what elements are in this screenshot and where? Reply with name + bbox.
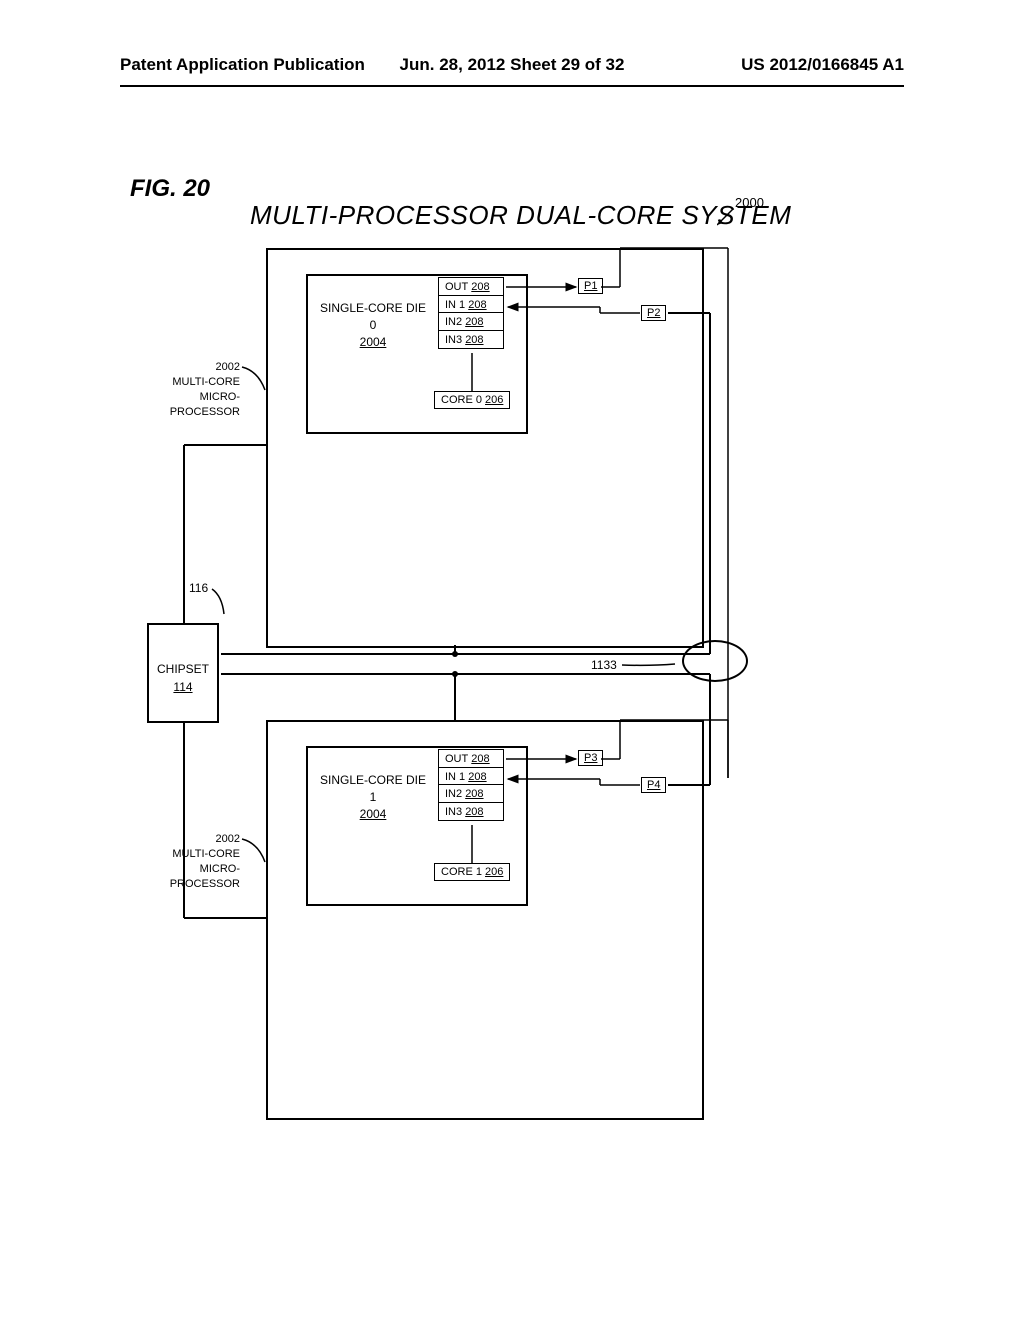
die-1-label: SINGLE-CORE DIE 1 2004 bbox=[316, 772, 430, 822]
side-label-proc-1: 2002 MULTI-CORE MICRO- PROCESSOR bbox=[150, 832, 240, 891]
die-0-label-line1: SINGLE-CORE DIE 0 bbox=[320, 301, 426, 332]
core-0: CORE 0 206 bbox=[434, 391, 510, 409]
bus-1133-label: 1133 bbox=[591, 658, 617, 672]
io-in1-1: IN 1 208 bbox=[438, 767, 504, 786]
core-1: CORE 1 206 bbox=[434, 863, 510, 881]
io-in3-1: IN3 208 bbox=[438, 802, 504, 821]
io-stack-1: OUT 208 IN 1 208 IN2 208 IN3 208 bbox=[438, 749, 504, 819]
pin-p3: P3 bbox=[578, 750, 603, 766]
pin-p4: P4 bbox=[641, 777, 666, 793]
header-right: US 2012/0166845 A1 bbox=[741, 55, 904, 85]
figure-title: MULTI-PROCESSOR DUAL-CORE SYSTEM bbox=[250, 200, 791, 231]
io-stack-0: OUT 208 IN 1 208 IN2 208 IN3 208 bbox=[438, 277, 504, 347]
io-in2-0: IN2 208 bbox=[438, 312, 504, 331]
header-left: Patent Application Publication bbox=[120, 55, 365, 85]
chipset-num: 114 bbox=[173, 680, 192, 694]
pin-p1: P1 bbox=[578, 278, 603, 294]
io-in2-1: IN2 208 bbox=[438, 784, 504, 803]
ref-2000-text: 2000 bbox=[735, 195, 764, 210]
die-1-label-num: 2004 bbox=[360, 807, 387, 821]
io-out-1: OUT 208 bbox=[438, 749, 504, 768]
header-center: Jun. 28, 2012 Sheet 29 of 32 bbox=[400, 55, 625, 75]
pin-p2: P2 bbox=[641, 305, 666, 321]
io-in1-0: IN 1 208 bbox=[438, 295, 504, 314]
io-in3-0: IN3 208 bbox=[438, 330, 504, 349]
side-label-proc-0: 2002 MULTI-CORE MICRO- PROCESSOR bbox=[150, 360, 240, 419]
die-1-label-line1: SINGLE-CORE DIE 1 bbox=[320, 773, 426, 804]
die-0-label: SINGLE-CORE DIE 0 2004 bbox=[316, 300, 430, 350]
bus-116-label: 116 bbox=[189, 581, 208, 595]
chipset-box: CHIPSET 114 bbox=[147, 623, 219, 723]
figure-label: FIG. 20 bbox=[130, 175, 210, 203]
io-out-0: OUT 208 bbox=[438, 277, 504, 296]
side-label-1-num: 2002 bbox=[216, 833, 240, 845]
ref-2000: 2000 bbox=[735, 195, 764, 210]
die-0-label-num: 2004 bbox=[360, 335, 387, 349]
chipset-label: CHIPSET bbox=[157, 662, 209, 676]
page-header: Patent Application Publication Jun. 28, … bbox=[120, 55, 904, 87]
side-label-0-num: 2002 bbox=[216, 361, 240, 373]
bus-junction-ellipse bbox=[682, 640, 748, 682]
